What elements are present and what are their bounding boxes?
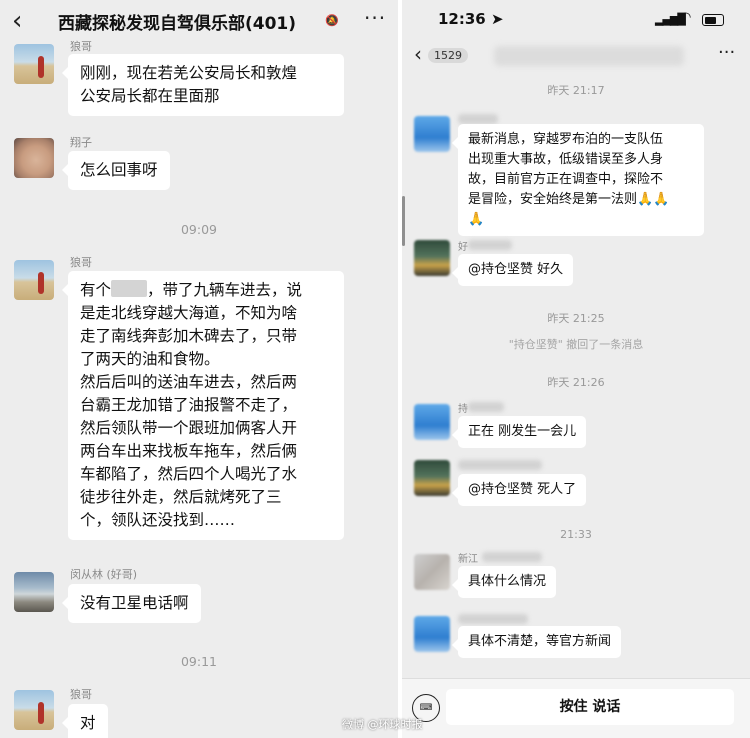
avatar[interactable] <box>414 616 450 652</box>
avatar[interactable] <box>414 116 450 152</box>
input-bar: ⌨ 按住 说话 <box>402 678 750 738</box>
avatar[interactable] <box>414 404 450 440</box>
message-bubble[interactable]: 具体不清楚，等官方新闻 <box>451 626 622 658</box>
message-line: 具体什么情况 <box>468 574 547 589</box>
timestamp: 昨天 21:26 <box>547 376 605 389</box>
sender-name: 翔子 <box>70 136 92 149</box>
message-bubble[interactable]: 刚刚，现在若羌公安局长和敦煌 公安局长都在里面那 <box>62 54 344 116</box>
message-line: @持仓坚赞 好久 <box>468 262 564 277</box>
message-line: 然后后叫的送油车进去，然后两 <box>80 373 298 391</box>
blurred-sender-name <box>458 614 528 624</box>
message-line: 没有卫星电话啊 <box>80 594 189 612</box>
message-line: 对 <box>80 714 96 732</box>
avatar[interactable] <box>14 260 54 300</box>
message-bubble[interactable]: 正在 刚发生一会儿 <box>451 416 587 448</box>
blurred-sender-name <box>468 240 512 250</box>
blurred-sender-name <box>458 114 498 124</box>
message-text: 有个 <box>80 281 112 299</box>
message-line: 正在 刚发生一会儿 <box>468 424 577 439</box>
avatar[interactable] <box>14 44 54 84</box>
battery-icon <box>702 14 724 26</box>
message-bubble[interactable]: 最新消息，穿越罗布泊的一支队伍 出现重大事故，低级错误至多人身 故，目前官方正在… <box>452 124 704 236</box>
message-line: 公安局长都在里面那 <box>80 87 220 105</box>
message-line: 有个 ，带了九辆车进去，说 <box>80 279 332 302</box>
message-line: 两台车出来找板车拖车，然后俩 <box>80 442 298 460</box>
status-clock: 12:36 ➤ <box>438 10 504 28</box>
sender-name: 闵从林 (好哥) <box>70 568 138 581</box>
message-bubble[interactable]: @持仓坚赞 好久 <box>451 254 574 286</box>
message-line: 最新消息，穿越罗布泊的一支队伍 <box>468 132 664 147</box>
message-line: 然后领队带一个跟班加俩客人开 <box>80 419 298 437</box>
unread-count-badge[interactable]: 1529 <box>428 48 468 63</box>
sender-name: 好 <box>458 242 468 253</box>
timestamp: 09:11 <box>180 654 218 669</box>
avatar[interactable] <box>14 138 54 178</box>
timestamp: 09:09 <box>180 222 218 237</box>
message-line: 个，领队还没找到…… <box>80 511 236 529</box>
sender-name: 狼哥 <box>70 40 92 53</box>
message-bubble[interactable]: 怎么回事呀 <box>62 151 170 190</box>
timestamp: 昨天 21:17 <box>547 84 605 97</box>
message-line: 是走北线穿越大海道，不知为啥 <box>80 304 298 322</box>
message-line: 徒步往外走，然后就烤死了三 <box>80 488 282 506</box>
message-line: 台霸王龙加错了油报警不走了， <box>80 396 298 414</box>
chat-title: 西藏探秘发现自驾俱乐部(401) <box>58 14 297 34</box>
message-line: @持仓坚赞 死人了 <box>468 482 577 497</box>
message-line: 车都陷了，然后四个人喝光了水 <box>80 465 298 483</box>
message-line: 具体不清楚，等官方新闻 <box>468 634 612 649</box>
redacted-name <box>111 280 148 297</box>
blurred-chat-title <box>494 46 684 66</box>
mute-icon: 🔕 <box>325 14 339 27</box>
press-to-talk-button[interactable]: 按住 说话 <box>446 689 734 725</box>
avatar[interactable] <box>414 554 450 590</box>
sender-name: 狼哥 <box>70 688 92 701</box>
avatar[interactable] <box>14 690 54 730</box>
sender-name: 狼哥 <box>70 256 92 269</box>
message-text: ，带了九辆车进去，说 <box>147 281 303 299</box>
avatar[interactable] <box>414 240 450 276</box>
blurred-sender-name <box>468 402 504 412</box>
message-bubble[interactable]: @持仓坚赞 死人了 <box>451 474 587 506</box>
message-line: 🙏 <box>468 212 485 227</box>
status-bar: 12:36 ➤ ▂▄▆█ ◠ <box>402 0 750 40</box>
left-chat-panel: ‹ 西藏探秘发现自驾俱乐部(401) 🔕 ··· 狼哥 刚刚，现在若羌公安局长和… <box>0 0 398 738</box>
back-icon[interactable]: ‹ <box>414 42 422 66</box>
message-line: 怎么回事呀 <box>80 161 158 179</box>
message-line: 刚刚，现在若羌公安局长和敦煌 <box>80 64 298 82</box>
chat-header: ‹ 1529 ··· <box>402 40 750 74</box>
chat-header: ‹ 西藏探秘发现自驾俱乐部(401) 🔕 ··· <box>0 0 398 42</box>
message-bubble[interactable]: 具体什么情况 <box>451 566 557 598</box>
message-bubble[interactable]: 对 <box>62 704 108 738</box>
more-options-icon[interactable]: ··· <box>364 6 386 30</box>
more-options-icon[interactable]: ··· <box>718 42 735 63</box>
back-icon[interactable]: ‹ <box>12 6 22 36</box>
message-line: 是冒险，安全始终是第一法则🙏🙏 <box>468 192 670 207</box>
message-line: 出现重大事故，低级错误至多人身 <box>468 152 664 167</box>
message-line: 了两天的油和食物。 <box>80 350 220 368</box>
scrollbar[interactable] <box>402 196 405 246</box>
avatar[interactable] <box>14 572 54 612</box>
message-bubble[interactable]: 有个 ，带了九辆车进去，说 是走北线穿越大海道，不知为啥 走了南线奔彭加木碑去了，… <box>62 271 344 540</box>
blurred-sender-name <box>482 552 542 562</box>
message-bubble[interactable]: 没有卫星电话啊 <box>62 584 201 623</box>
timestamp: 21:33 <box>560 528 592 541</box>
message-line: 走了南线奔彭加木碑去了，只带 <box>80 327 298 345</box>
wifi-icon: ◠ <box>680 10 692 25</box>
timestamp: 昨天 21:25 <box>547 312 605 325</box>
recall-notice: "持仓坚赞" 撤回了一条消息 <box>508 338 644 351</box>
sender-name: 持 <box>458 404 468 415</box>
avatar[interactable] <box>414 460 450 496</box>
blurred-sender-name <box>458 460 542 470</box>
right-chat-panel: 12:36 ➤ ▂▄▆█ ◠ ‹ 1529 ··· 昨天 21:17 最新消息，… <box>402 0 750 738</box>
watermark: 微博 @环球时报 <box>342 718 423 731</box>
sender-name: 新江 <box>458 554 478 565</box>
message-line: 故，目前官方正在调查中，探险不 <box>468 172 664 187</box>
